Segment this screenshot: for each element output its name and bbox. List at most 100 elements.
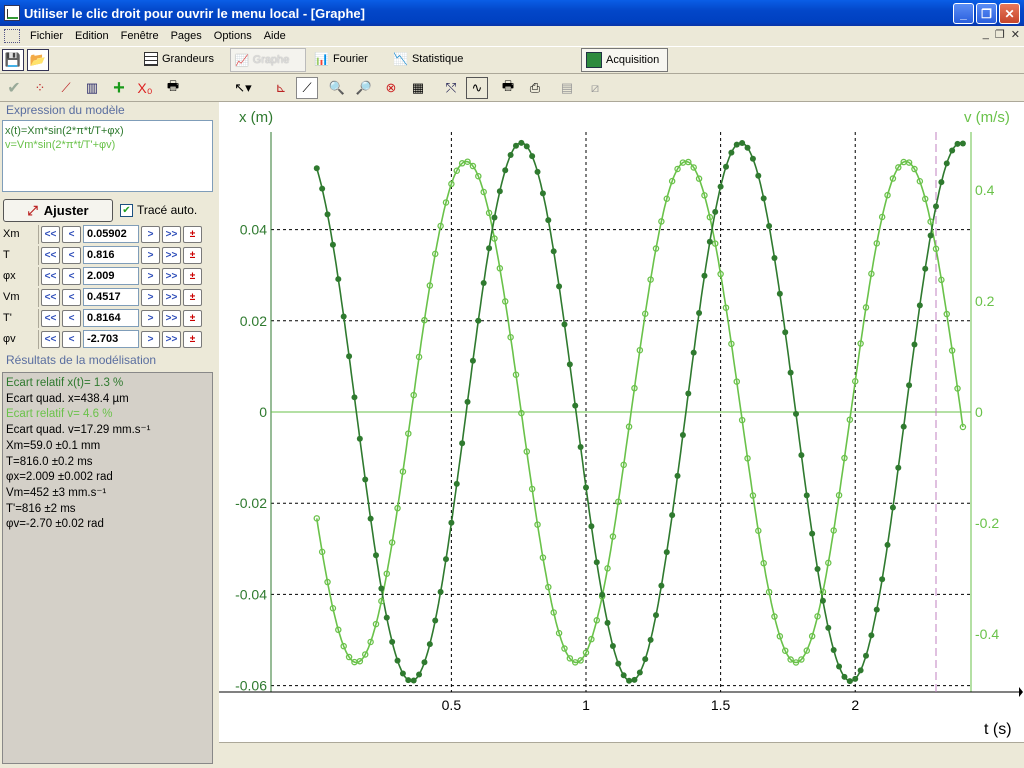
zoom-out-icon[interactable]: 🔎 <box>353 77 375 99</box>
x-data-point <box>943 160 950 167</box>
modelize-icon[interactable]: ∿ <box>466 77 488 99</box>
axes-icon[interactable]: ⊾ <box>270 77 292 99</box>
increase-button[interactable]: > <box>141 246 160 264</box>
mdi-minimize-button[interactable]: _ <box>983 28 989 41</box>
graph-toolbar: ✔ ⁘ ⟋ ▥ + X₀ 🖶 ↖▾ ⊾ ⟋ 🔍 🔎 ⊗ ▦ ⤲ ∿ 🖶 ⎙ ▤ … <box>0 74 1024 102</box>
decrease-button[interactable]: < <box>62 288 81 306</box>
statistique-button[interactable]: 📉 Statistique <box>393 52 463 66</box>
param-value-vm[interactable]: 0.4517 <box>83 288 139 306</box>
bars-icon[interactable]: ▥ <box>81 77 103 99</box>
model-expression-editor[interactable]: x(t)=Xm*sin(2*π*t/T+φx) v=Vm*sin(2*π*t/T… <box>2 120 213 192</box>
plus-minus-button[interactable]: ± <box>183 330 202 348</box>
increase-fast-button[interactable]: >> <box>162 267 181 285</box>
increase-button[interactable]: > <box>141 330 160 348</box>
increase-button[interactable]: > <box>141 309 160 327</box>
x0-icon[interactable]: X₀ <box>134 77 156 99</box>
increase-button[interactable]: > <box>141 225 160 243</box>
graphe-button[interactable]: 📈 Graphe <box>230 48 306 72</box>
fit-line-icon[interactable]: ⟋ <box>296 77 318 99</box>
zoom-reset-icon[interactable]: ⊗ <box>380 77 402 99</box>
x-data-point <box>356 435 363 442</box>
increase-fast-button[interactable]: >> <box>162 309 181 327</box>
print-icon[interactable]: 🖶 <box>162 77 184 99</box>
fourier-button[interactable]: 📊 Fourier <box>314 52 368 66</box>
increase-fast-button[interactable]: >> <box>162 330 181 348</box>
menu-fenetre[interactable]: Fenêtre <box>115 30 165 42</box>
ajuster-button[interactable]: ⤢ Ajuster <box>3 199 113 222</box>
x-data-point <box>523 143 530 150</box>
x-data-point <box>620 672 627 679</box>
x-data-point <box>841 673 848 680</box>
open-folder-icon[interactable]: 📂 <box>27 49 49 71</box>
graph-area[interactable]: 0.5 1 1.5 2 0.04 0.02 0 -0.02 -0.04 -0.06 0.4 0.2 0 -… <box>219 102 1024 742</box>
close-button[interactable]: ✕ <box>999 3 1020 24</box>
param-value-phix[interactable]: 2.009 <box>83 267 139 285</box>
check-icon[interactable]: ✔ <box>3 77 25 99</box>
maximize-button[interactable]: ❐ <box>976 3 997 24</box>
menu-aide[interactable]: Aide <box>258 30 292 42</box>
plus-minus-button[interactable]: ± <box>183 309 202 327</box>
mdi-close-button[interactable]: ✕ <box>1011 28 1020 41</box>
x-data-point <box>679 431 686 438</box>
param-row-tprime: T' << < 0.8164 > >> ± <box>1 308 213 328</box>
menu-options[interactable]: Options <box>208 30 258 42</box>
param-value-tprime[interactable]: 0.8164 <box>83 309 139 327</box>
decrease-fast-button[interactable]: << <box>41 267 60 285</box>
trace-auto-checkbox[interactable]: ✔ Tracé auto. <box>120 203 197 217</box>
decrease-button[interactable]: < <box>62 246 81 264</box>
y2-tick-label: -0.2 <box>975 515 999 531</box>
decrease-button[interactable]: < <box>62 225 81 243</box>
mdi-restore-button[interactable]: ❐ <box>995 28 1005 41</box>
save-icon[interactable]: 💾 <box>2 49 24 71</box>
menu-fichier[interactable]: Fichier <box>24 30 69 42</box>
x-data-point <box>873 606 880 613</box>
decrease-fast-button[interactable]: << <box>41 288 60 306</box>
increase-fast-button[interactable]: >> <box>162 246 181 264</box>
add-icon[interactable]: + <box>108 77 130 99</box>
plus-minus-button[interactable]: ± <box>183 267 202 285</box>
decrease-button[interactable]: < <box>62 267 81 285</box>
x-data-point <box>340 313 347 320</box>
print-graph-icon[interactable]: 🖶 <box>497 77 519 99</box>
decrease-button[interactable]: < <box>62 309 81 327</box>
x-data-point <box>933 203 939 210</box>
plus-minus-button[interactable]: ± <box>183 225 202 243</box>
increase-button[interactable]: > <box>141 288 160 306</box>
derivative-icon[interactable]: ⧄ <box>584 77 606 99</box>
graph-canvas[interactable]: 0.5 1 1.5 2 0.04 0.02 0 -0.02 -0.04 -0.06 0.4 0.2 0 -… <box>219 102 1024 742</box>
export-icon[interactable]: ⎙ <box>524 77 546 99</box>
model-section-title: Expression du modèle <box>6 103 125 117</box>
minimize-button[interactable]: _ <box>953 3 974 24</box>
increase-fast-button[interactable]: >> <box>162 225 181 243</box>
document-icon[interactable] <box>4 29 20 43</box>
decrease-button[interactable]: < <box>62 330 81 348</box>
histogram-icon: 📊 <box>314 52 329 66</box>
decrease-fast-button[interactable]: << <box>41 225 60 243</box>
plus-minus-button[interactable]: ± <box>183 246 202 264</box>
x-data-point <box>529 153 536 160</box>
decrease-fast-button[interactable]: << <box>41 330 60 348</box>
param-value-xm[interactable]: 0.05902 <box>83 225 139 243</box>
acquisition-button[interactable]: Acquisition <box>581 48 668 72</box>
decrease-fast-button[interactable]: << <box>41 246 60 264</box>
left-panel: Expression du modèle x(t)=Xm*sin(2*π*t/T… <box>0 102 216 768</box>
table-view-icon[interactable]: ▤ <box>556 77 578 99</box>
x-data-point <box>819 597 826 604</box>
param-value-phiv[interactable]: -2.703 <box>83 330 139 348</box>
line-tool-icon[interactable]: ⟋ <box>55 77 77 99</box>
param-value-t[interactable]: 0.816 <box>83 246 139 264</box>
cursor-arrow-icon[interactable]: ↖▾ <box>232 77 254 99</box>
x-data-point <box>696 310 703 317</box>
decrease-fast-button[interactable]: << <box>41 309 60 327</box>
tangent-icon[interactable]: ⤲ <box>440 77 462 99</box>
increase-button[interactable]: > <box>141 267 160 285</box>
grandeurs-button[interactable]: Grandeurs <box>144 52 214 66</box>
grid-zoom-icon[interactable]: ▦ <box>407 77 429 99</box>
menu-edition[interactable]: Edition <box>69 30 115 42</box>
menu-pages[interactable]: Pages <box>165 30 208 42</box>
app-icon <box>4 5 20 21</box>
points-icon[interactable]: ⁘ <box>29 77 51 99</box>
zoom-in-icon[interactable]: 🔍 <box>326 77 348 99</box>
increase-fast-button[interactable]: >> <box>162 288 181 306</box>
plus-minus-button[interactable]: ± <box>183 288 202 306</box>
